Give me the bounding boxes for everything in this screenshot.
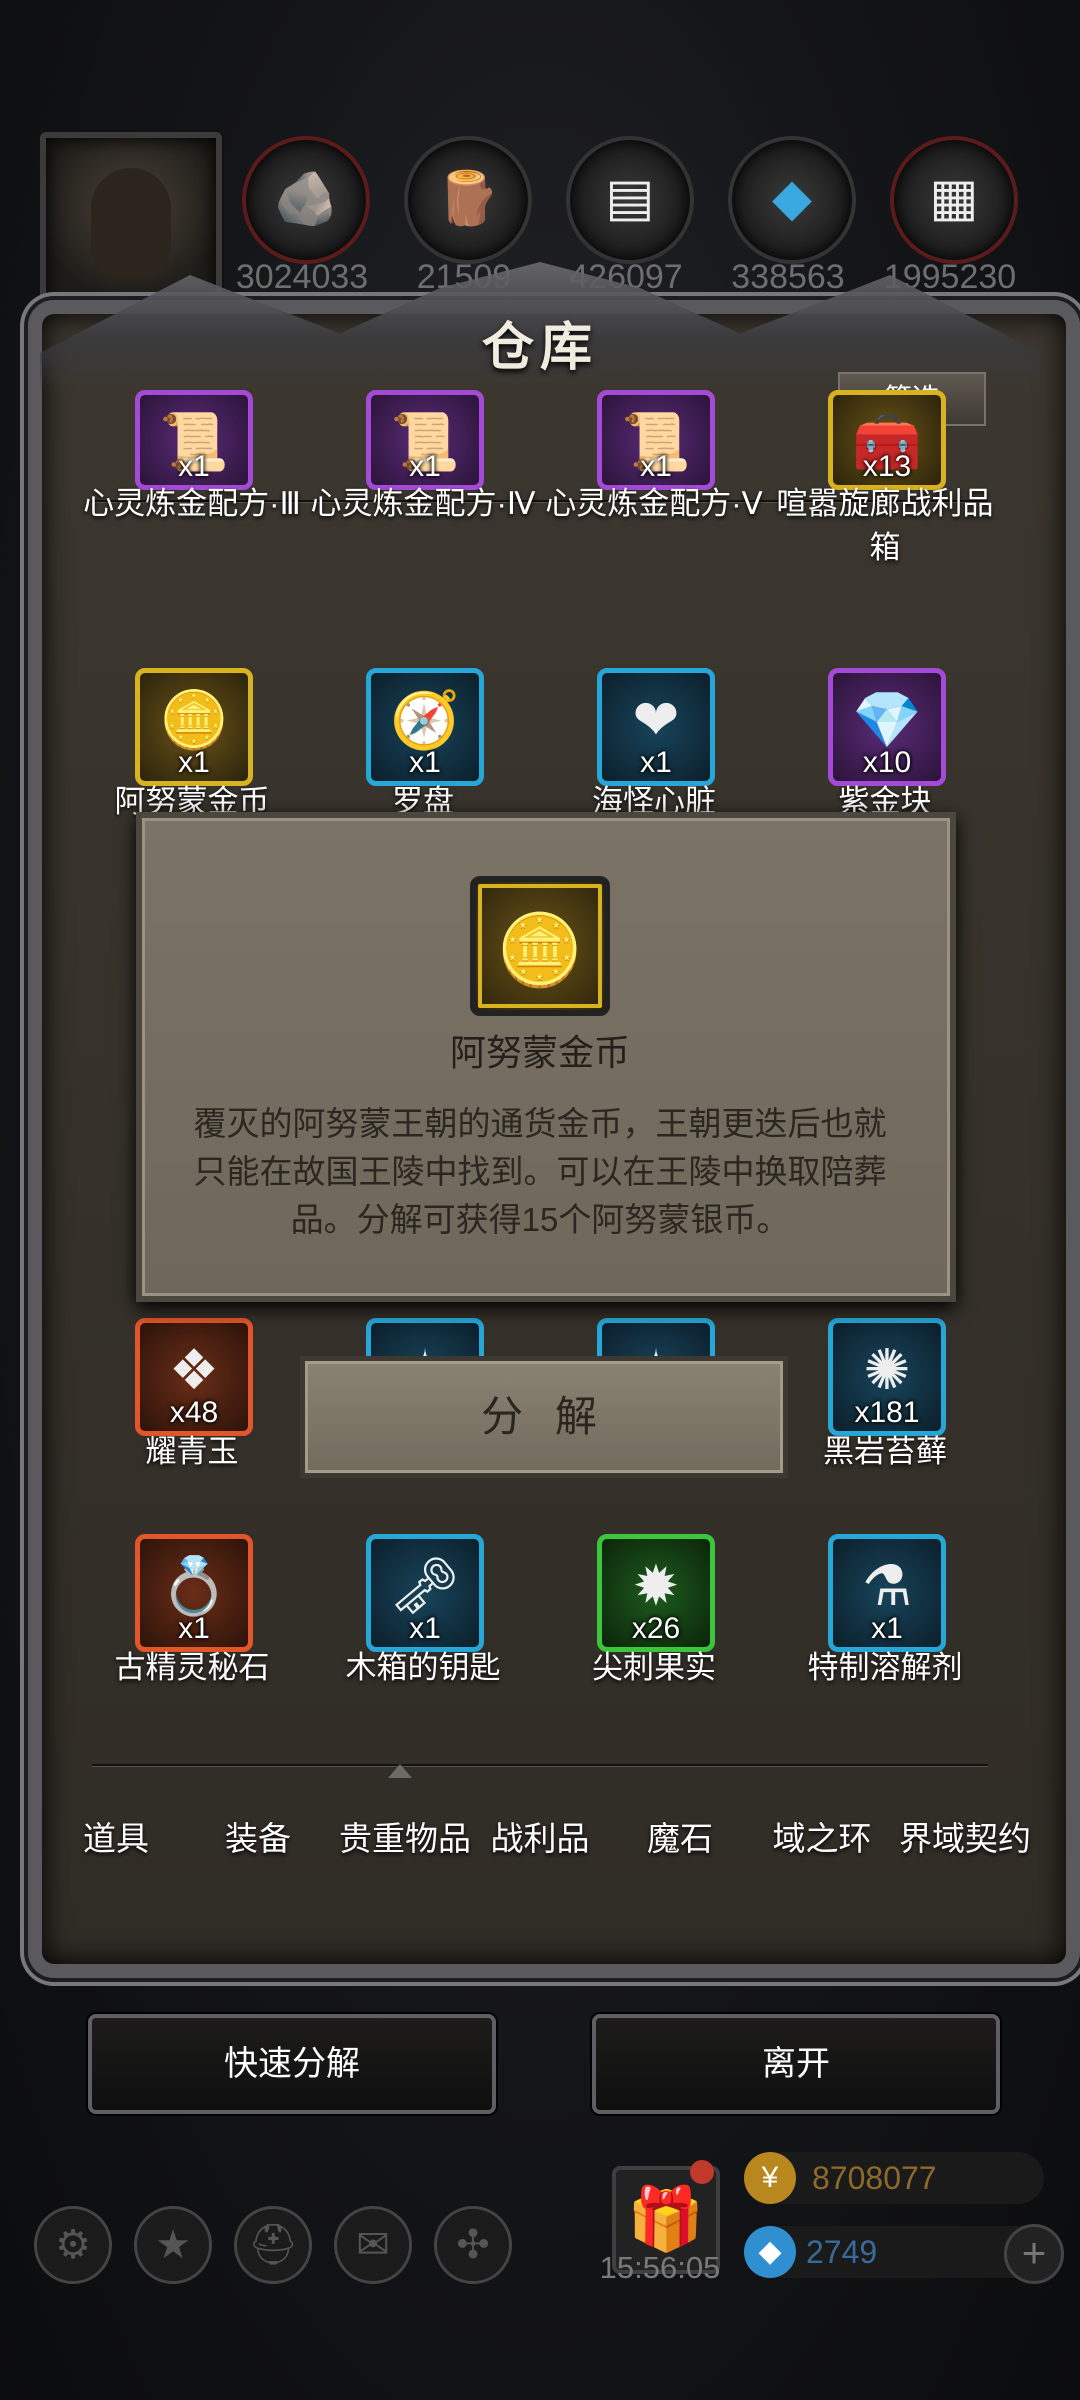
settings-icon[interactable]: ⚙ (34, 2206, 112, 2284)
popup-item-name: 阿努蒙金币 (449, 1032, 630, 1073)
coin-icon: 🪙 (496, 911, 584, 989)
leave-button[interactable]: 离开 (592, 2014, 1000, 2114)
item-name: 耀青玉 (145, 1434, 239, 1469)
coin-icon: 🪙 (159, 688, 229, 751)
tab-realm-contracts[interactable]: 界域契约 (890, 1812, 1040, 1860)
notification-dot (690, 2160, 714, 2184)
spiky-fruit-icon: ✹ (632, 1554, 680, 1617)
gold-coin-icon: ¥ (744, 2152, 796, 2204)
crystal-icon: ◆ (772, 169, 812, 227)
wood-icon: 🪵 (435, 170, 501, 228)
item-name: 黑岩苔藓 (823, 1434, 947, 1469)
gem-icon: ◆ (744, 2226, 796, 2278)
item-name: 心灵炼金配方·Ⅴ (545, 486, 763, 521)
tab-selected-marker (388, 1764, 412, 1778)
item-quantity: x1 (871, 1612, 903, 1645)
item-name: 尖刺果实 (592, 1650, 716, 1685)
item-quantity: x1 (178, 746, 210, 779)
jade-icon: ❖ (168, 1338, 220, 1401)
quick-decompose-button[interactable]: 快速分解 (88, 2014, 496, 2114)
ring-icon: 💍 (159, 1554, 229, 1617)
tab-magic-stones[interactable]: 魔石 (610, 1812, 750, 1860)
compass-icon: 🧭 (390, 688, 460, 751)
popup-item-icon: 🪙 (470, 876, 610, 1016)
wood-resource[interactable]: 🪵 (404, 136, 532, 264)
tab-loot[interactable]: 战利品 (470, 1812, 610, 1860)
item-quantity: x1 (409, 450, 441, 483)
window-title: 仓库 (481, 319, 598, 377)
mail-icon[interactable]: ✉ (334, 2206, 412, 2284)
tab-valuables[interactable]: 贵重物品 (330, 1812, 480, 1860)
heart-icon: ❤ (632, 688, 680, 751)
potion-icon: ⚗ (861, 1554, 913, 1617)
item-name: 特制溶解剂 (807, 1650, 963, 1685)
helmet-icon[interactable]: ⛑ (234, 2206, 312, 2284)
add-currency-button[interactable]: + (1004, 2224, 1064, 2284)
decompose-button[interactable]: 分 解 (300, 1356, 788, 1478)
item-name: 木箱的钥匙 (345, 1650, 501, 1685)
item-quantity: x181 (854, 1396, 920, 1429)
stone-resource[interactable]: ▤ (566, 136, 694, 264)
iron-resource[interactable]: ▦ (890, 136, 1018, 264)
hero-portrait-icon (91, 168, 171, 278)
moss-icon: ✺ (863, 1338, 911, 1401)
item-name: 心灵炼金配方·Ⅳ (310, 486, 536, 521)
item-quantity: x1 (409, 1612, 441, 1645)
amethyst-icon: 💎 (852, 688, 922, 751)
tab-props[interactable]: 道具 (46, 1812, 186, 1860)
divider-bottom (92, 1764, 988, 1766)
item-quantity: x48 (169, 1396, 219, 1429)
ore-icon: 🪨 (273, 170, 339, 228)
key-icon: 🗝 (389, 1554, 461, 1617)
tab-equipment[interactable]: 装备 (188, 1812, 328, 1860)
popup-item-description: 覆灭的阿努蒙王朝的通货金币，王朝更迭后也就只能在故国王陵中找到。可以在王陵中换取… (193, 1105, 887, 1238)
item-quantity: x1 (640, 746, 672, 779)
item-quantity: x1 (409, 746, 441, 779)
item-name: 喧嚣旋廊战利品箱 (776, 486, 994, 565)
gem-amount: 2749 (806, 2234, 878, 2270)
item-quantity: x1 (178, 1612, 210, 1645)
item-quantity: x1 (178, 450, 210, 483)
item-quantity: x26 (631, 1612, 681, 1645)
guild-icon[interactable]: ✣ (434, 2206, 512, 2284)
ore-resource[interactable]: 🪨 (242, 136, 370, 264)
crystal-resource[interactable]: ◆ (728, 136, 856, 264)
stone-icon: ▤ (605, 169, 655, 227)
star-icon[interactable]: ★ (134, 2206, 212, 2284)
item-quantity: x10 (862, 746, 912, 779)
item-quantity: x13 (862, 450, 912, 483)
ore-value: 3024033 (235, 258, 369, 296)
iron-icon: ▦ (929, 169, 979, 227)
event-timer: 15:56:05 (599, 2250, 721, 2285)
gold-amount: 8708077 (812, 2160, 937, 2196)
item-name: 古精灵秘石 (114, 1650, 270, 1685)
item-quantity: x1 (640, 450, 672, 483)
tab-domain-rings[interactable]: 域之环 (752, 1812, 892, 1860)
item-name: 心灵炼金配方·Ⅲ (83, 486, 301, 521)
